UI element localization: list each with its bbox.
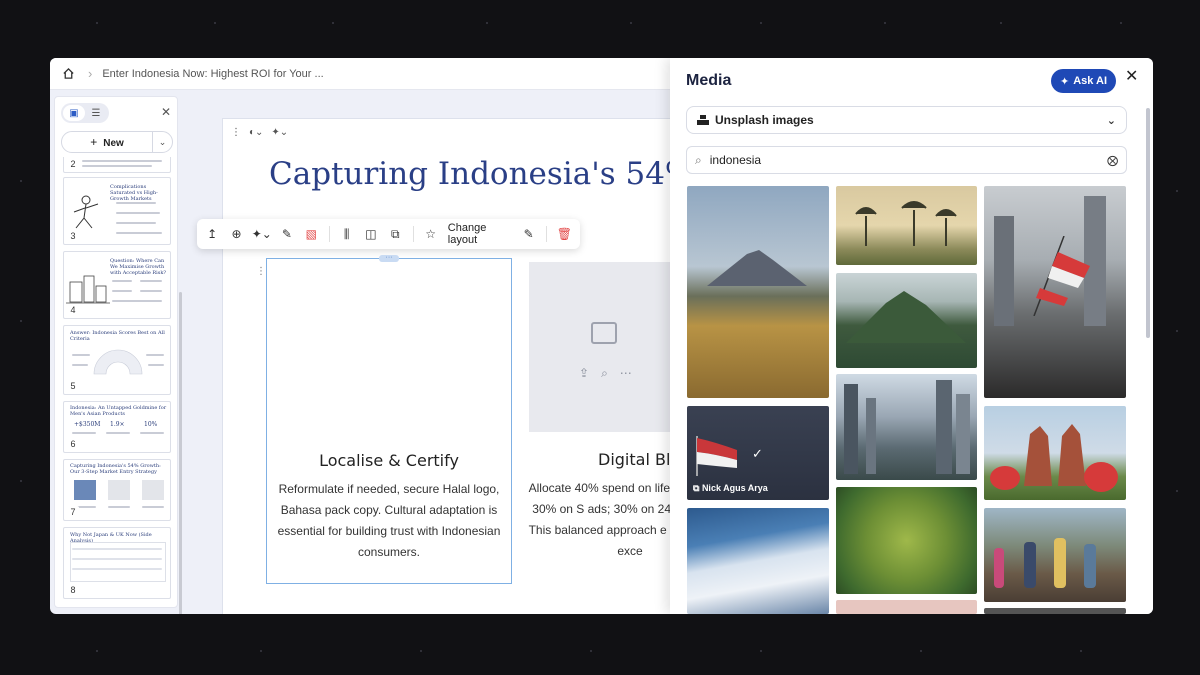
image-placeholder[interactable]: ⇪ ⌕ ⋯ — [529, 262, 689, 432]
new-slide-label: New — [103, 138, 124, 149]
image-tile[interactable] — [984, 186, 1126, 398]
more-icon[interactable]: ⋯ — [620, 366, 632, 381]
image-tile[interactable] — [836, 374, 977, 480]
grid-view-icon[interactable]: ▣ — [63, 105, 85, 121]
slide-thumbnail-2[interactable]: 2 — [63, 157, 171, 173]
star-icon[interactable]: ☆ — [423, 226, 437, 242]
change-layout-button[interactable]: Change layout — [448, 222, 512, 246]
image-tile[interactable] — [984, 508, 1126, 602]
search-icon[interactable]: ⌕ — [601, 366, 608, 381]
slide-thumbnail-6[interactable]: Indonesia: An Untapped Goldmine for Men'… — [63, 401, 171, 453]
view-toggle[interactable]: ▣ ☰ — [61, 103, 109, 123]
slide-thumbnail-5[interactable]: Answer: Indonesia Scores Best on All Cri… — [63, 325, 171, 395]
image-tile[interactable] — [984, 608, 1126, 614]
ask-ai-button[interactable]: ✦ Ask AI — [1051, 69, 1116, 93]
sparkle-icon[interactable]: ✦⌄ — [271, 127, 288, 138]
search-field: ⌕ ⨂ — [686, 146, 1127, 174]
slide-number: 5 — [67, 380, 79, 392]
edit-icon[interactable]: ✎ — [280, 226, 294, 242]
slide-title: Question: Where Can We Maximise Growth w… — [110, 258, 167, 276]
column-body[interactable]: Reformulate if needed, secure Halal logo… — [273, 479, 505, 563]
close-icon[interactable]: ✕ — [1125, 66, 1138, 86]
media-scrollbar[interactable] — [1146, 108, 1150, 338]
slide-thumbnail-3[interactable]: Complications Saturated vs High-Growth M… — [63, 177, 171, 245]
column-menu-icon[interactable]: ⋮ — [256, 266, 266, 277]
search-input[interactable] — [709, 153, 1107, 167]
list-view-icon[interactable]: ☰ — [85, 105, 107, 121]
slide-tools: ⋮ ◐⌄ ✦⌄ — [231, 127, 288, 138]
ask-ai-label: Ask AI — [1073, 75, 1108, 87]
slide-number: 8 — [67, 584, 79, 596]
slide-number: 6 — [67, 438, 79, 450]
slide-number: 7 — [67, 506, 79, 518]
slides-panel: ▣ ☰ ✕ + New ⌄ 2 Complications Saturated v… — [54, 96, 182, 614]
app-window: › Enter Indonesia Now: Highest ROI for Y… — [50, 58, 1153, 614]
image-source-label: Unsplash images — [715, 113, 814, 127]
top-bar: › Enter Indonesia Now: Highest ROI for Y… — [50, 58, 670, 90]
stat-value: 10% — [144, 421, 158, 428]
breadcrumb[interactable]: Enter Indonesia Now: Highest ROI for You… — [102, 68, 323, 80]
plus-icon: + — [90, 135, 98, 149]
slide-thumbnail-8[interactable]: Why Not Japan & UK Now (Side Analysis) 8 — [63, 527, 171, 599]
slide-thumbnail-7[interactable]: Capturing Indonesia's 54% Growth: Our 3-… — [63, 459, 171, 521]
chevron-down-icon: ⌄ — [1106, 114, 1116, 127]
image-tile[interactable] — [687, 186, 829, 398]
stat-value: +$350M — [74, 421, 101, 428]
target-icon[interactable]: ⊕ — [229, 226, 243, 242]
image-tile[interactable] — [836, 487, 977, 594]
chevron-right-icon: › — [88, 66, 93, 81]
duplicate-icon[interactable]: ⧉ — [388, 226, 402, 242]
hide-image-icon[interactable]: ▧ — [304, 226, 318, 242]
upload-icon[interactable]: ⇪ — [579, 366, 589, 381]
new-slide-button[interactable]: + New ⌄ — [61, 131, 173, 153]
unsplash-icon — [697, 115, 709, 125]
panel-scrollbar[interactable] — [179, 292, 182, 614]
chevron-down-icon[interactable]: ⌄ — [152, 132, 172, 152]
column-card-1[interactable]: ··· Localise & Certify Reformulate if ne… — [266, 254, 512, 584]
slide-thumbnails: 2 Complications Saturated vs High-Growth… — [63, 157, 173, 605]
external-link-icon: ⧉ — [693, 483, 702, 493]
image-tile[interactable] — [984, 406, 1126, 500]
columns-icon[interactable]: ⫼ — [339, 226, 353, 242]
slide-number: 2 — [67, 158, 79, 170]
search-icon: ⌕ — [695, 152, 702, 167]
image-source-select[interactable]: Unsplash images ⌄ — [686, 106, 1127, 134]
stat-value: 1.9× — [110, 421, 125, 428]
theme-icon[interactable]: ◐⌄ — [249, 127, 263, 138]
slide-title: Indonesia: An Untapped Goldmine for Men'… — [70, 405, 167, 417]
media-title: Media — [686, 72, 732, 89]
sparkle-icon: ✦ — [1059, 75, 1070, 88]
close-panel-icon[interactable]: ✕ — [161, 105, 171, 119]
slide-title: Complications Saturated vs High-Growth M… — [110, 184, 158, 202]
slide-number: 3 — [67, 230, 79, 242]
slide-number: 4 — [67, 304, 79, 316]
ai-sparkle-icon[interactable]: ✦⌄ — [252, 226, 272, 242]
column-heading[interactable]: Localise & Certify — [267, 451, 511, 470]
slide-title: Answer: Indonesia Scores Best on All Cri… — [70, 330, 165, 342]
block-toolbar: ↥ ⊕ ✦⌄ ✎ ▧ ⫼ ◫ ⧉ ☆ Change layout ✎ 🗑 — [197, 219, 580, 249]
slide-title: Capturing Indonesia's 54% Growth: Our 3-… — [70, 463, 161, 475]
check-icon: ✓ — [752, 446, 763, 461]
image-tile[interactable] — [836, 600, 977, 614]
edit-layout-icon[interactable]: ✎ — [522, 226, 536, 242]
image-tile[interactable] — [836, 273, 977, 368]
columns-alt-icon[interactable]: ◫ — [364, 226, 378, 242]
clear-search-icon[interactable]: ⨂ — [1107, 154, 1118, 167]
media-panel: Media ✦ Ask AI ✕ Unsplash images ⌄ ⌕ ⨂ ✓… — [670, 58, 1153, 614]
column-heading[interactable]: Digital Bl — [598, 450, 670, 469]
home-icon[interactable] — [60, 66, 76, 82]
image-icon — [591, 322, 617, 344]
delete-icon[interactable]: 🗑 — [557, 226, 572, 242]
drag-handle-icon[interactable]: ⋮ — [231, 127, 241, 138]
drag-handle-icon[interactable]: ··· — [379, 254, 399, 262]
move-up-icon[interactable]: ↥ — [205, 226, 219, 242]
image-tile[interactable] — [836, 186, 977, 265]
photo-credit[interactable]: ⧉ Nick Agus Arya — [693, 483, 768, 494]
image-tile[interactable] — [687, 508, 829, 614]
image-tile-selected[interactable]: ✓ ⧉ Nick Agus Arya — [687, 406, 829, 500]
slide-thumbnail-4[interactable]: Question: Where Can We Maximise Growth w… — [63, 251, 171, 319]
